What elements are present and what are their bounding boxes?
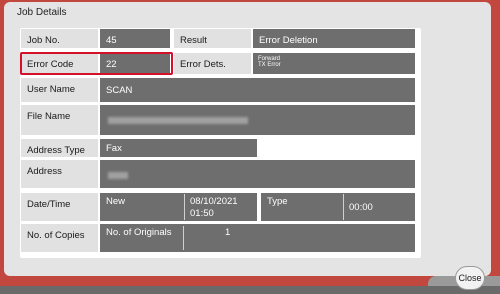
bottom-bar [0, 286, 500, 294]
type-value: Type 00:00 [261, 193, 415, 221]
date-time-status: New [106, 196, 126, 207]
file-name-value [100, 105, 415, 135]
result-value: Error Deletion [253, 29, 415, 48]
job-no-value: 45 [100, 29, 170, 48]
job-no-label: Job No. [21, 29, 98, 48]
originals-divider [183, 226, 184, 250]
address-redacted [108, 172, 128, 179]
type-label: Type [267, 196, 288, 207]
date-time-value: New 08/10/2021 01:50 [100, 193, 257, 221]
copies-value: No. of Originals 1 [100, 224, 415, 252]
copies-label: No. of Copies [21, 224, 98, 252]
error-dets-value: Forward TX Error [253, 53, 415, 74]
date-time-date: 08/10/2021 [190, 196, 238, 207]
type-divider [343, 194, 344, 220]
close-button[interactable]: Close [455, 266, 485, 290]
address-type-value: Fax [100, 139, 257, 157]
date-time-time: 01:50 [190, 208, 214, 219]
file-name-redacted [108, 117, 248, 124]
address-label: Address [21, 160, 98, 188]
error-code-highlight [20, 52, 173, 75]
originals-label: No. of Originals [106, 227, 172, 238]
type-time: 00:00 [349, 202, 373, 213]
user-name-label: User Name [21, 78, 98, 102]
address-value [100, 160, 415, 188]
error-dets-label: Error Dets. [174, 53, 251, 74]
user-name-value: SCAN [100, 78, 415, 102]
file-name-label: File Name [21, 105, 98, 135]
date-time-divider [184, 194, 185, 220]
error-dets-line-2: TX Error [258, 62, 281, 68]
dialog-title: Job Details [17, 7, 67, 18]
job-details-dialog: Job Details Job No. 45 Result Error Dele… [4, 2, 491, 276]
date-time-label: Date/Time [21, 193, 98, 221]
result-label: Result [174, 29, 251, 48]
originals-value: 1 [225, 227, 231, 238]
address-type-label: Address Type [21, 139, 98, 157]
